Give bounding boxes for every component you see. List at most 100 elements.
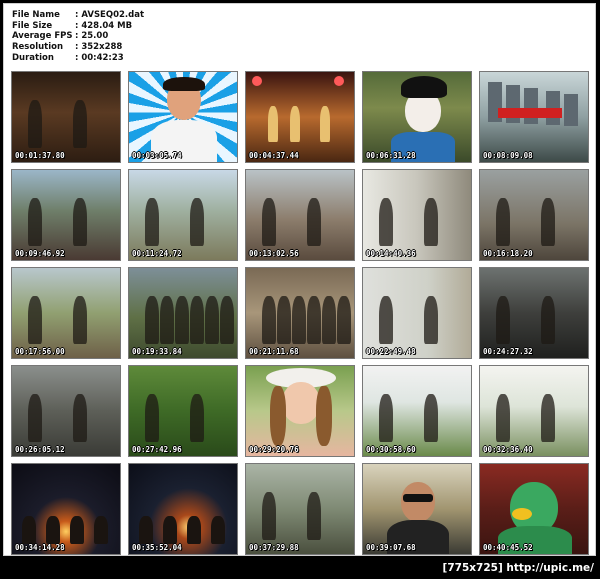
thumbnail-timestamp: 00:19:33.84 (132, 347, 182, 356)
beak-shape (512, 508, 532, 520)
person-silhouette (28, 198, 42, 246)
thumbnail-frame-image (12, 464, 120, 554)
file-info-value: : 25.00 (75, 31, 109, 42)
person-silhouette (73, 394, 87, 442)
video-thumbnail[interactable]: 00:17:56.00 (11, 267, 121, 359)
thumbnail-timestamp: 00:04:37.44 (249, 151, 299, 160)
dancer-figure (320, 106, 330, 142)
file-info-label: File Size (12, 20, 53, 31)
video-thumbnail[interactable]: 00:26:05.12 (11, 365, 121, 457)
thumbnail-frame-image (363, 464, 471, 554)
thumbnail-frame-image (480, 72, 588, 162)
video-thumbnail[interactable]: 00:01:37.80 (11, 71, 121, 163)
file-info-label: Average FPS (12, 31, 73, 42)
file-info-value: : AVSEQ02.dat (75, 10, 145, 20)
person-silhouette (379, 198, 393, 246)
video-thumbnail[interactable]: 00:24:27.32 (479, 267, 589, 359)
image-host-caption[interactable]: [775x725] http://upic.me/ (443, 562, 594, 574)
thumbnail-frame-image (246, 72, 354, 162)
person-silhouette (190, 394, 204, 442)
thumbnail-frame-image (246, 268, 354, 358)
video-thumbnail[interactable]: 00:09:46.92 (11, 169, 121, 261)
file-info-label: File Name (12, 10, 60, 20)
thumbnail-grid: 00:01:37.80 00:03:05.74 00:04:37.44 00:06:3… (11, 71, 589, 555)
thumbnail-timestamp: 00:01:37.80 (15, 151, 65, 160)
thumbnail-timestamp: 00:34:14.28 (15, 543, 65, 552)
video-thumbnail[interactable]: 00:27:42.96 (128, 365, 238, 457)
dancer-figure (268, 106, 278, 142)
person-silhouette (70, 516, 84, 544)
thumbnail-timestamp: 00:35:52.04 (132, 543, 182, 552)
video-thumbnail[interactable]: 00:37:29.88 (245, 463, 355, 555)
file-info-row: Average FPS: 25.00 (12, 31, 144, 42)
person-silhouette (28, 394, 42, 442)
video-thumbnail[interactable]: 00:16:18.20 (479, 169, 589, 261)
thumbnail-frame-image (129, 72, 237, 162)
video-thumbnail[interactable]: 00:11:24.72 (128, 169, 238, 261)
file-info-row: Resolution: 352x288 (12, 42, 144, 53)
video-thumbnail[interactable]: 00:21:11.68 (245, 267, 355, 359)
thumbnail-timestamp: 00:40:45.52 (483, 543, 533, 552)
file-info-label: Duration (12, 52, 54, 63)
person-silhouette (307, 296, 321, 344)
thumbnail-frame-image (246, 170, 354, 260)
person-silhouette (28, 296, 42, 344)
person-silhouette (163, 516, 177, 544)
video-thumbnail[interactable]: 00:03:05.74 (128, 71, 238, 163)
person-silhouette (424, 198, 438, 246)
person-silhouette (307, 492, 321, 540)
video-thumbnail[interactable]: 00:32:36.40 (479, 365, 589, 457)
video-thumbnail[interactable]: 00:29:20.76 (245, 365, 355, 457)
thumbnail-frame-image (129, 366, 237, 456)
building-shape (564, 94, 578, 126)
thumbnail-frame-image (12, 268, 120, 358)
thumbnail-timestamp: 00:22:49.48 (366, 347, 416, 356)
thumbnail-timestamp: 00:11:24.72 (132, 249, 182, 258)
hair-left (270, 386, 286, 446)
thumbnail-frame-image (363, 72, 471, 162)
person-silhouette (73, 100, 87, 148)
file-info-row: File Size: 428.04 MB (12, 21, 144, 32)
person-silhouette (496, 394, 510, 442)
video-thumbnail[interactable]: 00:40:45.52 (479, 463, 589, 555)
video-thumbnail[interactable]: 00:14:40.36 (362, 169, 472, 261)
video-thumbnail[interactable]: 00:13:02.56 (245, 169, 355, 261)
video-thumbnail[interactable]: 00:08:09.08 (479, 71, 589, 163)
person-silhouette (496, 198, 510, 246)
person-silhouette (160, 296, 174, 344)
file-info-label: Resolution (12, 42, 64, 53)
hair-shape (163, 77, 205, 91)
thumbnail-frame-image (12, 72, 120, 162)
person-silhouette (175, 296, 189, 344)
thumbnail-timestamp: 00:30:58.60 (366, 445, 416, 454)
video-thumbnail[interactable]: 00:34:14.28 (11, 463, 121, 555)
thumbnail-timestamp: 00:03:05.74 (132, 151, 182, 160)
thumbnail-frame-image (12, 170, 120, 260)
person-silhouette (73, 296, 87, 344)
thumbnail-frame-image (246, 366, 354, 456)
video-thumbnail[interactable]: 00:06:31.28 (362, 71, 472, 163)
thumbnail-timestamp: 00:32:36.40 (483, 445, 533, 454)
person-silhouette (145, 296, 159, 344)
thumbnail-timestamp: 00:26:05.12 (15, 445, 65, 454)
file-info-row: Duration: 00:42:23 (12, 53, 144, 64)
video-thumbnail[interactable]: 00:19:33.84 (128, 267, 238, 359)
video-thumbnail[interactable]: 00:35:52.04 (128, 463, 238, 555)
thumbnail-frame-image (363, 366, 471, 456)
video-thumbnail[interactable]: 00:04:37.44 (245, 71, 355, 163)
person-silhouette (22, 516, 36, 544)
person-silhouette (424, 394, 438, 442)
person-silhouette (337, 296, 351, 344)
thumbnail-timestamp: 00:14:40.36 (366, 249, 416, 258)
video-thumbnail[interactable]: 00:22:49.48 (362, 267, 472, 359)
thumbnail-timestamp: 00:09:46.92 (15, 249, 65, 258)
video-thumbnail[interactable]: 00:39:07.68 (362, 463, 472, 555)
thumbnail-frame-image (480, 170, 588, 260)
person-silhouette (145, 198, 159, 246)
face-shape (282, 382, 320, 424)
person-silhouette (262, 492, 276, 540)
video-thumbnail[interactable]: 00:30:58.60 (362, 365, 472, 457)
thumbnail-timestamp: 00:06:31.28 (366, 151, 416, 160)
person-silhouette (496, 296, 510, 344)
thumbnail-timestamp: 00:39:07.68 (366, 543, 416, 552)
